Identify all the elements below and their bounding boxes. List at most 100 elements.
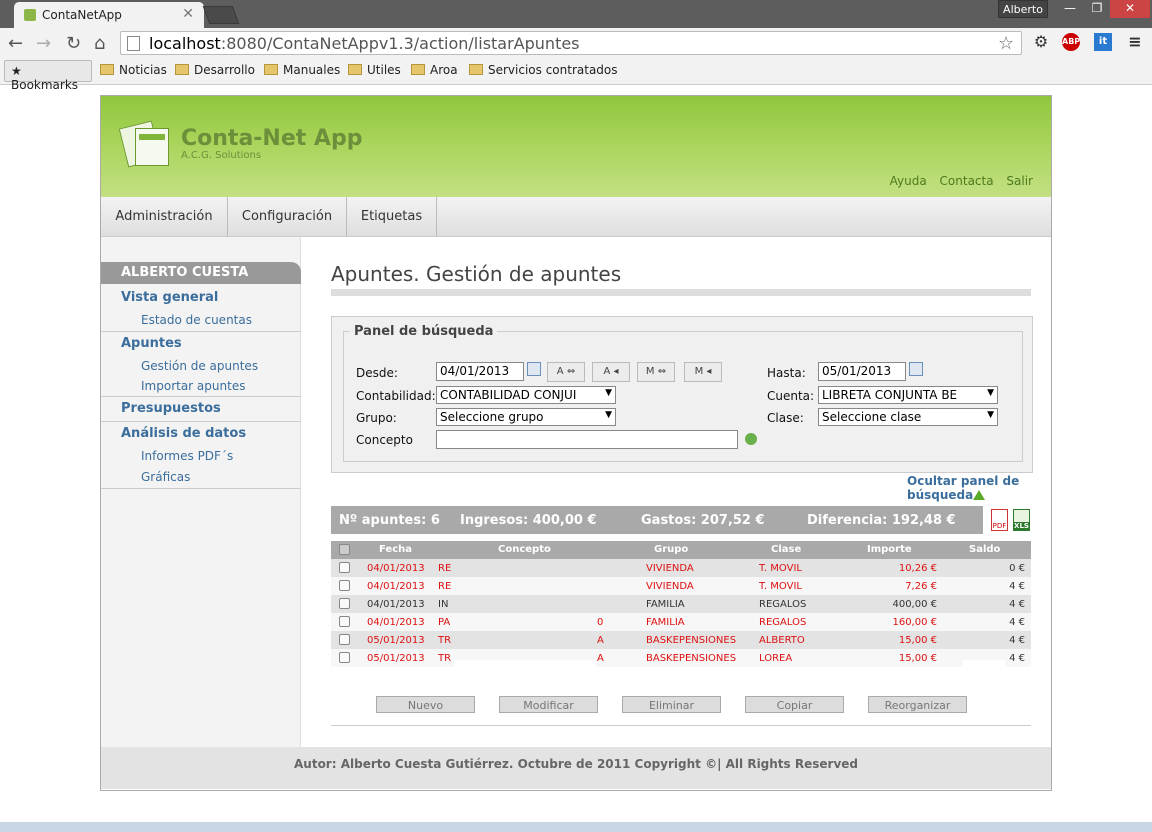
table-row[interactable]: 05/01/2013 TR A BASKEPENSIONES LOREA 15,00 € 4… bbox=[331, 649, 1031, 667]
cell-saldo: 0 € bbox=[1009, 563, 1025, 574]
bookmark-star-icon[interactable]: ☆ bbox=[998, 33, 1014, 54]
summary-gastos: Gastos: 207,52 € bbox=[641, 513, 765, 528]
row-checkbox[interactable] bbox=[339, 598, 350, 609]
year-range-button[interactable]: A ⇔ bbox=[547, 362, 585, 382]
sidebar-estado-cuentas[interactable]: Estado de cuentas bbox=[141, 313, 252, 327]
nav-configuracion[interactable]: Configuración bbox=[228, 197, 347, 237]
grupo-select[interactable]: Seleccione grupo ▼ bbox=[436, 408, 616, 426]
cell-saldo: 4 € bbox=[1009, 581, 1025, 592]
link-salir[interactable]: Salir bbox=[1006, 174, 1033, 188]
cuenta-select[interactable]: LIBRETA CONJUNTA BE ▼ bbox=[818, 386, 998, 404]
close-window-button[interactable]: ✕ bbox=[1110, 0, 1150, 18]
table-row[interactable]: 04/01/2013 IN FAMILIA REGALOS 400,00 € 4 € bbox=[331, 595, 1031, 613]
sidebar-vista-general[interactable]: Vista general bbox=[121, 290, 218, 305]
new-tab-button[interactable] bbox=[202, 6, 240, 24]
apuntes-table: Fecha Concepto Grupo Clase Importe Saldo… bbox=[331, 541, 1031, 667]
concepto-input[interactable] bbox=[436, 430, 738, 449]
bookmarks-button[interactable]: ★ Bookmarks bbox=[4, 60, 92, 92]
bookmark-aroa[interactable]: Aroa bbox=[411, 63, 458, 77]
tab-close-icon[interactable]: ✕ bbox=[182, 6, 194, 22]
cell-concepto: TR bbox=[438, 635, 452, 646]
cell-grupo: VIVIENDA bbox=[646, 563, 694, 574]
year-prev-button[interactable]: A ◂ bbox=[592, 362, 630, 382]
desde-label: Desde: bbox=[356, 366, 398, 380]
bookmark-desarrollo[interactable]: Desarrollo bbox=[175, 63, 255, 77]
folder-icon bbox=[469, 64, 483, 75]
row-checkbox[interactable] bbox=[339, 562, 350, 573]
bookmark-manuales[interactable]: Manuales bbox=[264, 63, 340, 77]
arrow-up-icon bbox=[973, 490, 986, 500]
reload-icon[interactable]: ↻ bbox=[66, 33, 81, 54]
folder-icon bbox=[411, 64, 425, 75]
pdf-export-icon[interactable]: PDF bbox=[991, 509, 1008, 531]
sidebar-informes[interactable]: Informes PDF´s bbox=[141, 449, 233, 463]
calendar-icon[interactable] bbox=[909, 362, 923, 376]
nuevo-button[interactable]: Nuevo bbox=[376, 696, 475, 713]
sidebar-importar-apuntes[interactable]: Importar apuntes bbox=[141, 379, 245, 393]
bookmark-utiles[interactable]: Utiles bbox=[348, 63, 401, 77]
sidebar-gestion-apuntes[interactable]: Gestión de apuntes bbox=[141, 359, 258, 373]
title-underline bbox=[331, 289, 1031, 296]
nav-administracion[interactable]: Administración bbox=[101, 197, 228, 237]
select-all-checkbox[interactable] bbox=[339, 544, 350, 555]
month-range-button[interactable]: M ⇔ bbox=[637, 362, 675, 382]
site-header: Conta-Net App A.C.G. Solutions Ayuda Con… bbox=[101, 96, 1051, 197]
cell-concepto-tail: 0 bbox=[597, 617, 604, 628]
row-checkbox[interactable] bbox=[339, 616, 350, 627]
hide-panel-link[interactable]: Ocultar panel de búsqueda bbox=[907, 474, 1019, 502]
profile-button[interactable]: Alberto bbox=[998, 0, 1048, 18]
hasta-input[interactable]: 05/01/2013 bbox=[818, 362, 906, 381]
table-row[interactable]: 05/01/2013 TR A BASKEPENSIONES ALBERTO 15,00 … bbox=[331, 631, 1031, 649]
bookmark-noticias[interactable]: Noticias bbox=[100, 63, 167, 77]
table-row[interactable]: 04/01/2013 RE VIVIENDA T. MOVIL 7,26 € 4 € bbox=[331, 577, 1031, 595]
forward-icon[interactable]: → bbox=[36, 33, 51, 54]
cell-clase: LOREA bbox=[759, 653, 793, 664]
chevron-down-icon: ▼ bbox=[987, 388, 994, 398]
clase-select[interactable]: Seleccione clase ▼ bbox=[818, 408, 998, 426]
back-icon[interactable]: ← bbox=[8, 33, 23, 54]
link-contacta[interactable]: Contacta bbox=[940, 174, 994, 188]
contabilidad-select[interactable]: CONTABILIDAD CONJUI ▼ bbox=[436, 386, 616, 404]
sidebar-analisis[interactable]: Análisis de datos bbox=[121, 426, 246, 441]
cell-grupo: BASKEPENSIONES bbox=[646, 653, 737, 664]
eliminar-button[interactable]: Eliminar bbox=[622, 696, 721, 713]
cell-fecha: 05/01/2013 bbox=[367, 653, 425, 664]
bookmark-servicios[interactable]: Servicios contratados bbox=[469, 63, 618, 77]
summary-count: Nº apuntes: 6 bbox=[339, 513, 440, 528]
url-input[interactable]: localhost:8080/ContaNetAppv1.3/action/li… bbox=[120, 31, 1022, 55]
cell-concepto-tail: A bbox=[597, 653, 604, 664]
month-prev-button[interactable]: M ◂ bbox=[684, 362, 722, 382]
sidebar-graficas[interactable]: Gráficas bbox=[141, 470, 190, 484]
reorganizar-button[interactable]: Reorganizar bbox=[868, 696, 967, 713]
sidebar-user: ALBERTO CUESTA bbox=[101, 262, 301, 284]
nav-etiquetas[interactable]: Etiquetas bbox=[347, 197, 437, 237]
modificar-button[interactable]: Modificar bbox=[499, 696, 598, 713]
link-ayuda[interactable]: Ayuda bbox=[890, 174, 927, 188]
row-checkbox[interactable] bbox=[339, 634, 350, 645]
search-go-icon[interactable] bbox=[745, 433, 757, 445]
table-row[interactable]: 04/01/2013 RE VIVIENDA T. MOVIL 10,26 € 0 € bbox=[331, 559, 1031, 577]
xls-export-icon[interactable]: XLS bbox=[1013, 509, 1030, 531]
cuenta-label: Cuenta: bbox=[767, 389, 815, 403]
divider bbox=[331, 725, 1031, 726]
row-checkbox[interactable] bbox=[339, 652, 350, 663]
settings-gear-icon[interactable]: ⚙ bbox=[1032, 33, 1050, 51]
maximize-button[interactable]: ❐ bbox=[1084, 0, 1110, 18]
extension-it-icon[interactable]: it bbox=[1094, 33, 1112, 51]
cell-importe: 15,00 € bbox=[898, 653, 937, 664]
copiar-button[interactable]: Copiar bbox=[745, 696, 844, 713]
cell-concepto: IN bbox=[438, 599, 449, 610]
home-icon[interactable]: ⌂ bbox=[94, 33, 105, 54]
sidebar-apuntes[interactable]: Apuntes bbox=[121, 336, 182, 351]
row-checkbox[interactable] bbox=[339, 580, 350, 591]
calendar-icon[interactable] bbox=[527, 362, 541, 376]
cell-clase: REGALOS bbox=[759, 599, 807, 610]
sidebar-presupuestos[interactable]: Presupuestos bbox=[121, 401, 221, 416]
minimize-button[interactable]: — bbox=[1056, 0, 1084, 18]
browser-tab[interactable]: ContaNetApp ✕ bbox=[14, 2, 204, 28]
desde-input[interactable]: 04/01/2013 bbox=[436, 362, 524, 381]
table-row[interactable]: 04/01/2013 PA 0 FAMILIA REGALOS 160,00 € 4 € bbox=[331, 613, 1031, 631]
col-saldo: Saldo bbox=[969, 544, 1001, 555]
adblock-icon[interactable]: ABP bbox=[1062, 33, 1080, 51]
menu-icon[interactable]: ≡ bbox=[1126, 33, 1144, 51]
